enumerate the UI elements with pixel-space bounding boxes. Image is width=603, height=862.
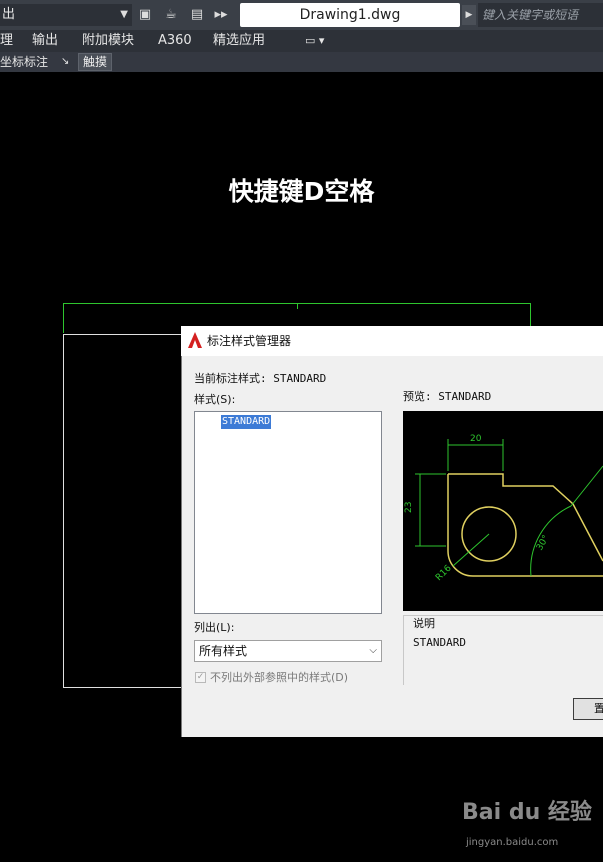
tab-output[interactable]: 输出 — [32, 30, 58, 52]
watermark-url: jingyan.baidu.com — [466, 837, 559, 848]
exclude-xref-checkbox[interactable]: ✓ — [195, 672, 206, 683]
set-current-button[interactable]: 置 — [573, 698, 603, 720]
list-filter-value: 所有样式 — [199, 644, 248, 658]
drawing-green-tick — [297, 303, 298, 309]
current-style-label: 当前标注样式: STANDARD — [194, 372, 327, 385]
dim-horizontal-text: 20 — [470, 434, 482, 444]
workspace-dropdown[interactable]: 出 ▼ — [0, 4, 132, 26]
open-file-icon[interactable]: ▣ — [136, 6, 154, 24]
panel-arrow-icon[interactable]: ↘ — [61, 52, 69, 72]
dialog-title: 标注样式管理器 — [207, 334, 292, 348]
dim-vertical-text: 23 — [404, 502, 414, 513]
document-title: Drawing1.dwg — [240, 3, 460, 27]
style-item-standard[interactable]: STANDARD — [221, 415, 272, 429]
chevron-down-icon: ⌵ — [369, 645, 377, 656]
baidu-watermark: Bai du 经验 — [462, 800, 592, 825]
workspace-dropdown-label: 出 — [2, 7, 16, 22]
drawing-white-rectangle — [63, 334, 188, 688]
autocad-logo-icon — [188, 332, 202, 348]
dim-angle-text: 30° — [535, 534, 552, 553]
preview-label: 预览: STANDARD — [403, 390, 492, 403]
touch-button[interactable]: 触摸 — [78, 53, 112, 71]
list-filter-select[interactable]: 所有样式 ⌵ — [194, 640, 382, 662]
tab-featured-apps[interactable]: 精选应用 — [213, 30, 265, 52]
dim-radius-text: R16 — [434, 563, 454, 583]
exclude-xref-label: 不列出外部参照中的样式(D) — [210, 671, 349, 684]
save-icon[interactable]: ▤ — [188, 6, 206, 24]
description-label: 说明 — [413, 617, 435, 630]
styles-list[interactable] — [194, 411, 382, 614]
caption-text: 快捷键D空格 — [228, 177, 375, 206]
tab-a360[interactable]: A360 — [158, 30, 192, 52]
description-value: STANDARD — [413, 636, 466, 649]
list-label: 列出(L): — [194, 621, 235, 634]
style-preview: 20 23 R16 30° — [403, 411, 603, 611]
more-tools-icon[interactable]: ▸▸ — [212, 6, 230, 24]
search-input[interactable]: 键入关键字或短语 — [478, 3, 603, 27]
chevron-down-icon: ▼ — [120, 9, 128, 20]
styles-label: 样式(S): — [194, 393, 236, 406]
expand-arrow-icon[interactable]: ▶ — [462, 5, 476, 25]
ribbon-options-icon[interactable]: ▭ ▾ — [305, 30, 324, 52]
tab-addins[interactable]: 附加模块 — [82, 30, 134, 52]
tab-manage[interactable]: 理 — [0, 30, 13, 52]
teapot-icon[interactable]: ☕ — [162, 6, 180, 24]
coordinate-dimension-label[interactable]: 坐标标注 — [0, 52, 48, 72]
